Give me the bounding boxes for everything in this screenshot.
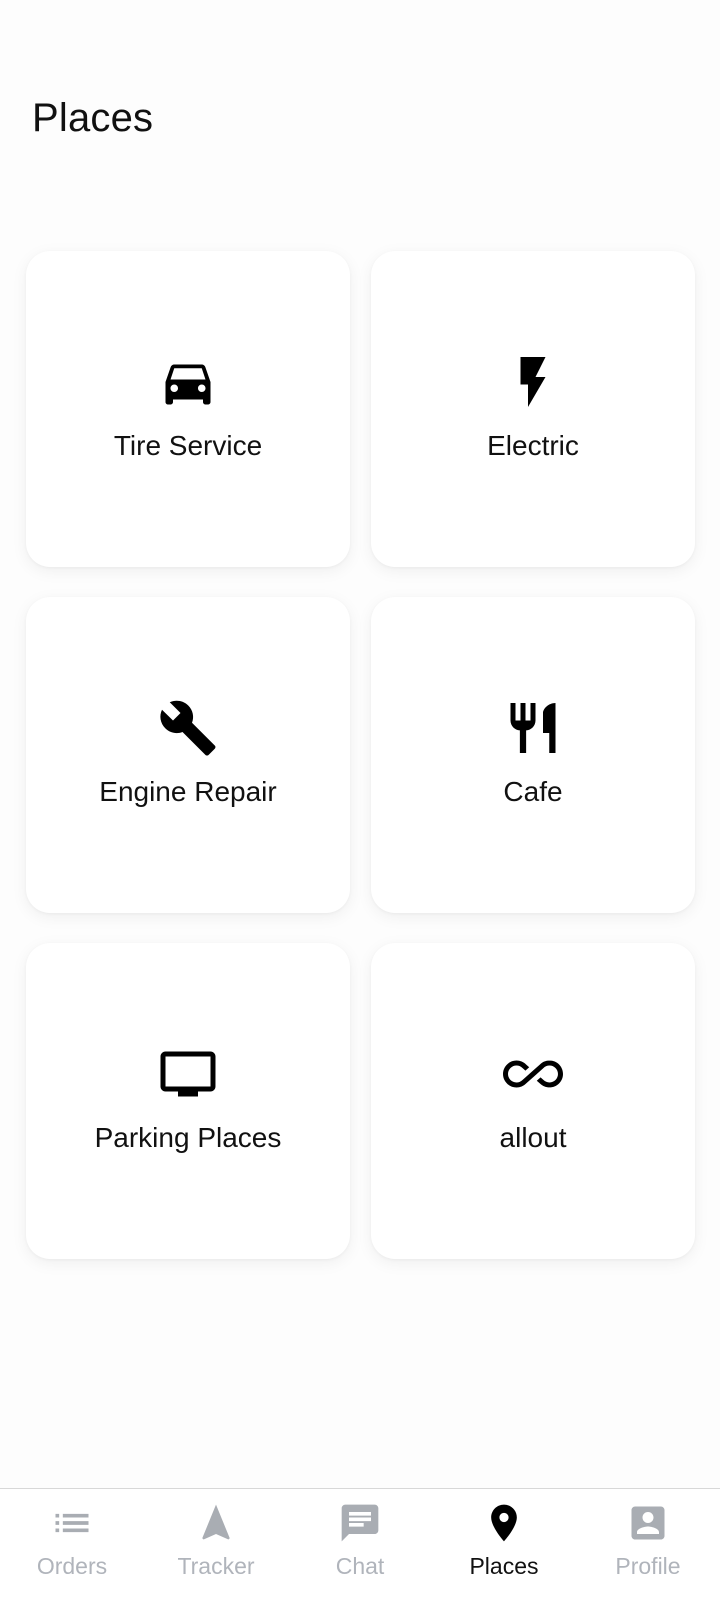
category-label: Parking Places xyxy=(94,1122,282,1153)
category-label: Engine Repair xyxy=(99,776,277,807)
category-grid: Tire Service Electric Engine Repair Cafe xyxy=(26,251,695,1259)
navigation-arrow-icon xyxy=(192,1499,240,1547)
category-card-engine-repair[interactable]: Engine Repair xyxy=(26,597,350,913)
category-label: Electric xyxy=(487,430,579,461)
list-icon xyxy=(48,1499,96,1547)
nav-label: Tracker xyxy=(177,1553,255,1579)
tv-icon xyxy=(156,1042,220,1106)
category-label: Cafe xyxy=(503,776,563,807)
category-card-parking-places[interactable]: Parking Places xyxy=(26,943,350,1259)
nav-item-profile[interactable]: Profile xyxy=(576,1489,720,1580)
nav-label: Chat xyxy=(335,1553,385,1579)
nav-item-chat[interactable]: Chat xyxy=(288,1489,432,1580)
category-card-electric[interactable]: Electric xyxy=(371,251,695,567)
lightning-bolt-icon xyxy=(501,350,565,414)
wrench-icon xyxy=(156,696,220,760)
infinity-icon xyxy=(501,1042,565,1106)
nav-label: Orders xyxy=(36,1553,108,1579)
nav-item-places[interactable]: Places xyxy=(432,1489,576,1580)
page-title: Places xyxy=(32,96,154,140)
location-pin-icon xyxy=(480,1499,528,1547)
chat-bubble-icon xyxy=(336,1499,384,1547)
nav-label: Places xyxy=(469,1553,539,1579)
bottom-navigation-bar: Orders Tracker Chat Places Profile xyxy=(0,1488,720,1600)
nav-item-orders[interactable]: Orders xyxy=(0,1489,144,1580)
category-card-allout[interactable]: allout xyxy=(371,943,695,1259)
nav-label: Profile xyxy=(615,1553,681,1579)
car-icon xyxy=(156,350,220,414)
category-card-tire-service[interactable]: Tire Service xyxy=(26,251,350,567)
profile-badge-icon xyxy=(624,1499,672,1547)
places-screen: Places Tire Service Electric Engine Repa… xyxy=(0,0,720,1600)
nav-item-tracker[interactable]: Tracker xyxy=(144,1489,288,1580)
category-label: allout xyxy=(499,1122,567,1153)
category-label: Tire Service xyxy=(113,430,263,461)
category-card-cafe[interactable]: Cafe xyxy=(371,597,695,913)
fork-knife-icon xyxy=(501,696,565,760)
